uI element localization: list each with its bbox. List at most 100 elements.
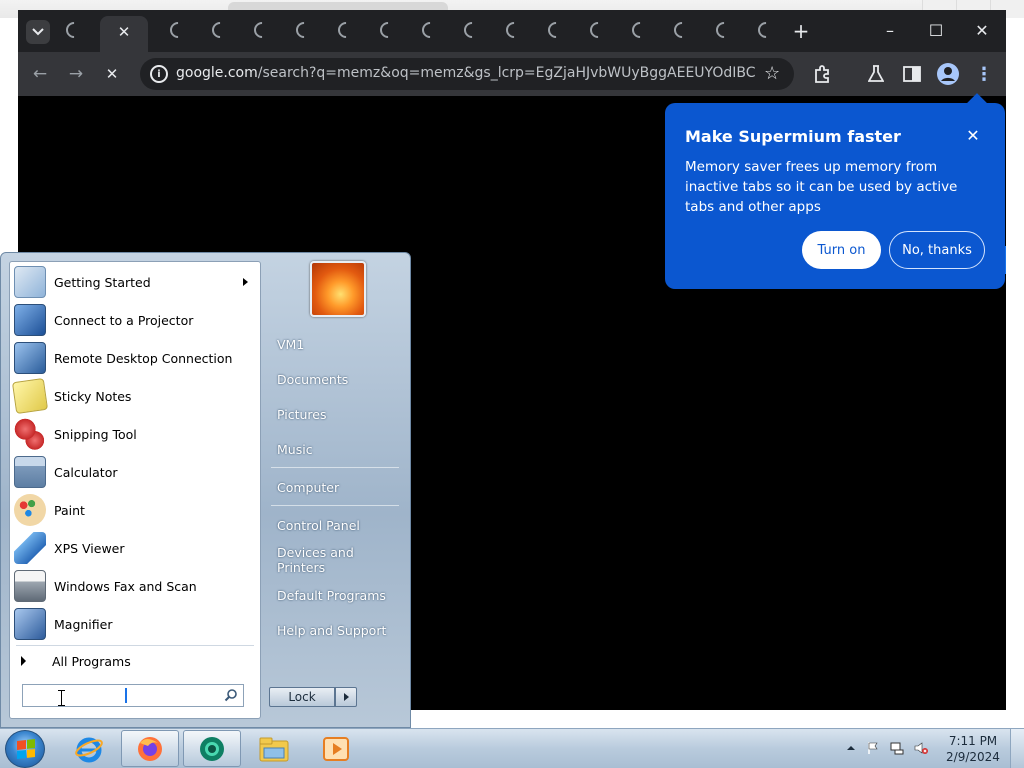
loading-tab-spinner[interactable] xyxy=(292,18,316,42)
projector-icon xyxy=(14,304,46,336)
labs-flask-icon[interactable] xyxy=(864,62,888,86)
start-menu: Getting Started Connect to a Projector R… xyxy=(0,252,411,728)
loading-tab-spinner[interactable] xyxy=(166,18,190,42)
arrow-right-icon xyxy=(343,693,349,701)
programs-pane: Getting Started Connect to a Projector R… xyxy=(9,261,261,719)
network-icon[interactable] xyxy=(890,741,904,755)
start-item-user[interactable]: VM1 xyxy=(269,329,403,359)
loading-tab-spinner[interactable] xyxy=(712,18,736,42)
search-caret xyxy=(125,688,127,703)
loading-tab-spinner[interactable] xyxy=(670,18,694,42)
loading-tab-spinner[interactable] xyxy=(418,18,442,42)
program-label: Remote Desktop Connection xyxy=(54,350,233,366)
start-item-default-programs[interactable]: Default Programs xyxy=(269,580,403,610)
loading-tab-spinner[interactable] xyxy=(62,18,86,42)
loading-tab-spinner[interactable] xyxy=(754,18,778,42)
maximize-icon[interactable]: ☐ xyxy=(922,18,950,42)
getting-started-icon xyxy=(14,266,46,298)
no-thanks-button[interactable]: No, thanks xyxy=(889,231,985,269)
taskbar-supermium[interactable] xyxy=(183,730,241,767)
start-item-pictures[interactable]: Pictures xyxy=(269,399,403,429)
url-path: /search?q=memz&oq=memz&gs_lcrp=EgZjaHJvb… xyxy=(257,65,756,81)
program-remote-desktop[interactable]: Remote Desktop Connection xyxy=(12,339,258,377)
close-tab-icon[interactable]: ✕ xyxy=(114,22,134,42)
program-fax-scan[interactable]: Windows Fax and Scan xyxy=(12,567,258,605)
program-label: Snipping Tool xyxy=(54,426,137,442)
url-text[interactable]: google.com/search?q=memz&oq=memz&gs_lcrp… xyxy=(176,65,756,81)
program-xps-viewer[interactable]: XPS Viewer xyxy=(12,529,258,567)
program-calculator[interactable]: Calculator xyxy=(12,453,258,491)
new-tab-plus-icon[interactable]: + xyxy=(790,19,812,43)
loading-tab-spinner[interactable] xyxy=(586,18,610,42)
address-bar[interactable]: i google.com/search?q=memz&oq=memz&gs_lc… xyxy=(140,58,794,90)
all-programs-label: All Programs xyxy=(52,653,131,669)
forward-arrow-icon[interactable]: → xyxy=(64,62,88,86)
start-item-music[interactable]: Music xyxy=(269,434,403,464)
program-magnifier[interactable]: Magnifier xyxy=(12,605,258,643)
start-item-help-support[interactable]: Help and Support xyxy=(269,615,403,645)
minimize-icon[interactable]: – xyxy=(876,18,904,42)
program-label: Windows Fax and Scan xyxy=(54,578,197,594)
menu-kebab-icon[interactable]: ⋮ xyxy=(972,62,996,86)
system-clock[interactable]: 7:11 PM 2/9/2024 xyxy=(942,733,1004,765)
magnifier-icon xyxy=(14,608,46,640)
start-item-computer[interactable]: Computer xyxy=(269,472,403,502)
lock-button[interactable]: Lock xyxy=(269,687,335,707)
taskbar-media-player[interactable] xyxy=(307,730,365,767)
side-panel-icon[interactable] xyxy=(900,62,924,86)
loading-tab-spinner[interactable] xyxy=(376,18,400,42)
program-snipping-tool[interactable]: Snipping Tool xyxy=(12,415,258,453)
loading-tab-spinner[interactable] xyxy=(208,18,232,42)
windows-logo-icon xyxy=(17,739,35,759)
stop-loading-icon[interactable]: ✕ xyxy=(100,62,124,86)
shutdown-options-button[interactable] xyxy=(335,687,357,707)
program-paint[interactable]: Paint xyxy=(12,491,258,529)
supermium-icon xyxy=(200,736,224,761)
firefox-icon xyxy=(138,736,162,761)
tab-search-button[interactable] xyxy=(26,20,50,44)
program-getting-started[interactable]: Getting Started xyxy=(12,263,258,301)
program-connect-projector[interactable]: Connect to a Projector xyxy=(12,301,258,339)
program-label: Getting Started xyxy=(54,274,151,290)
sticky-notes-icon xyxy=(11,377,49,415)
remote-desktop-icon xyxy=(14,342,46,374)
program-label: XPS Viewer xyxy=(54,540,125,556)
turn-on-button[interactable]: Turn on xyxy=(802,231,881,269)
extensions-puzzle-icon[interactable] xyxy=(810,62,834,86)
start-search-input[interactable] xyxy=(22,684,244,707)
taskbar-firefox[interactable] xyxy=(121,730,179,767)
text-cursor-icon xyxy=(58,690,67,706)
show-desktop-button[interactable] xyxy=(1010,729,1024,768)
start-button[interactable] xyxy=(5,730,45,768)
start-item-documents[interactable]: Documents xyxy=(269,364,403,394)
loading-tab-spinner[interactable] xyxy=(628,18,652,42)
user-account-picture[interactable] xyxy=(310,261,366,317)
clock-time: 7:11 PM xyxy=(948,734,998,748)
taskbar-internet-explorer[interactable] xyxy=(60,730,118,767)
start-item-devices-printers[interactable]: Devices and Printers xyxy=(269,545,403,575)
close-window-icon[interactable]: ✕ xyxy=(968,18,996,42)
loading-tab-spinner[interactable] xyxy=(502,18,526,42)
volume-muted-icon[interactable] xyxy=(914,741,928,755)
back-arrow-icon[interactable]: ← xyxy=(28,62,52,86)
all-programs-button[interactable]: All Programs xyxy=(20,650,250,672)
program-label: Calculator xyxy=(54,464,118,480)
start-item-control-panel[interactable]: Control Panel xyxy=(269,510,403,540)
show-hidden-icons-icon[interactable] xyxy=(844,741,858,755)
media-player-icon xyxy=(323,736,349,761)
taskbar-windows-explorer[interactable] xyxy=(245,730,303,767)
bookmark-star-icon[interactable]: ☆ xyxy=(764,63,780,84)
loading-tab-spinner[interactable] xyxy=(250,18,274,42)
loading-tab-spinner[interactable] xyxy=(460,18,484,42)
site-info-icon[interactable]: i xyxy=(150,65,168,83)
paint-icon xyxy=(14,494,46,526)
loading-tab-spinner[interactable] xyxy=(334,18,358,42)
bubble-close-icon[interactable]: ✕ xyxy=(963,125,983,145)
search-icon[interactable] xyxy=(224,688,238,702)
profile-avatar-icon[interactable] xyxy=(936,62,960,86)
program-sticky-notes[interactable]: Sticky Notes xyxy=(11,377,258,415)
action-center-flag-icon[interactable] xyxy=(866,741,880,755)
all-programs-arrow-icon xyxy=(21,656,26,666)
loading-tab-spinner[interactable] xyxy=(544,18,568,42)
program-label: Connect to a Projector xyxy=(54,312,194,328)
